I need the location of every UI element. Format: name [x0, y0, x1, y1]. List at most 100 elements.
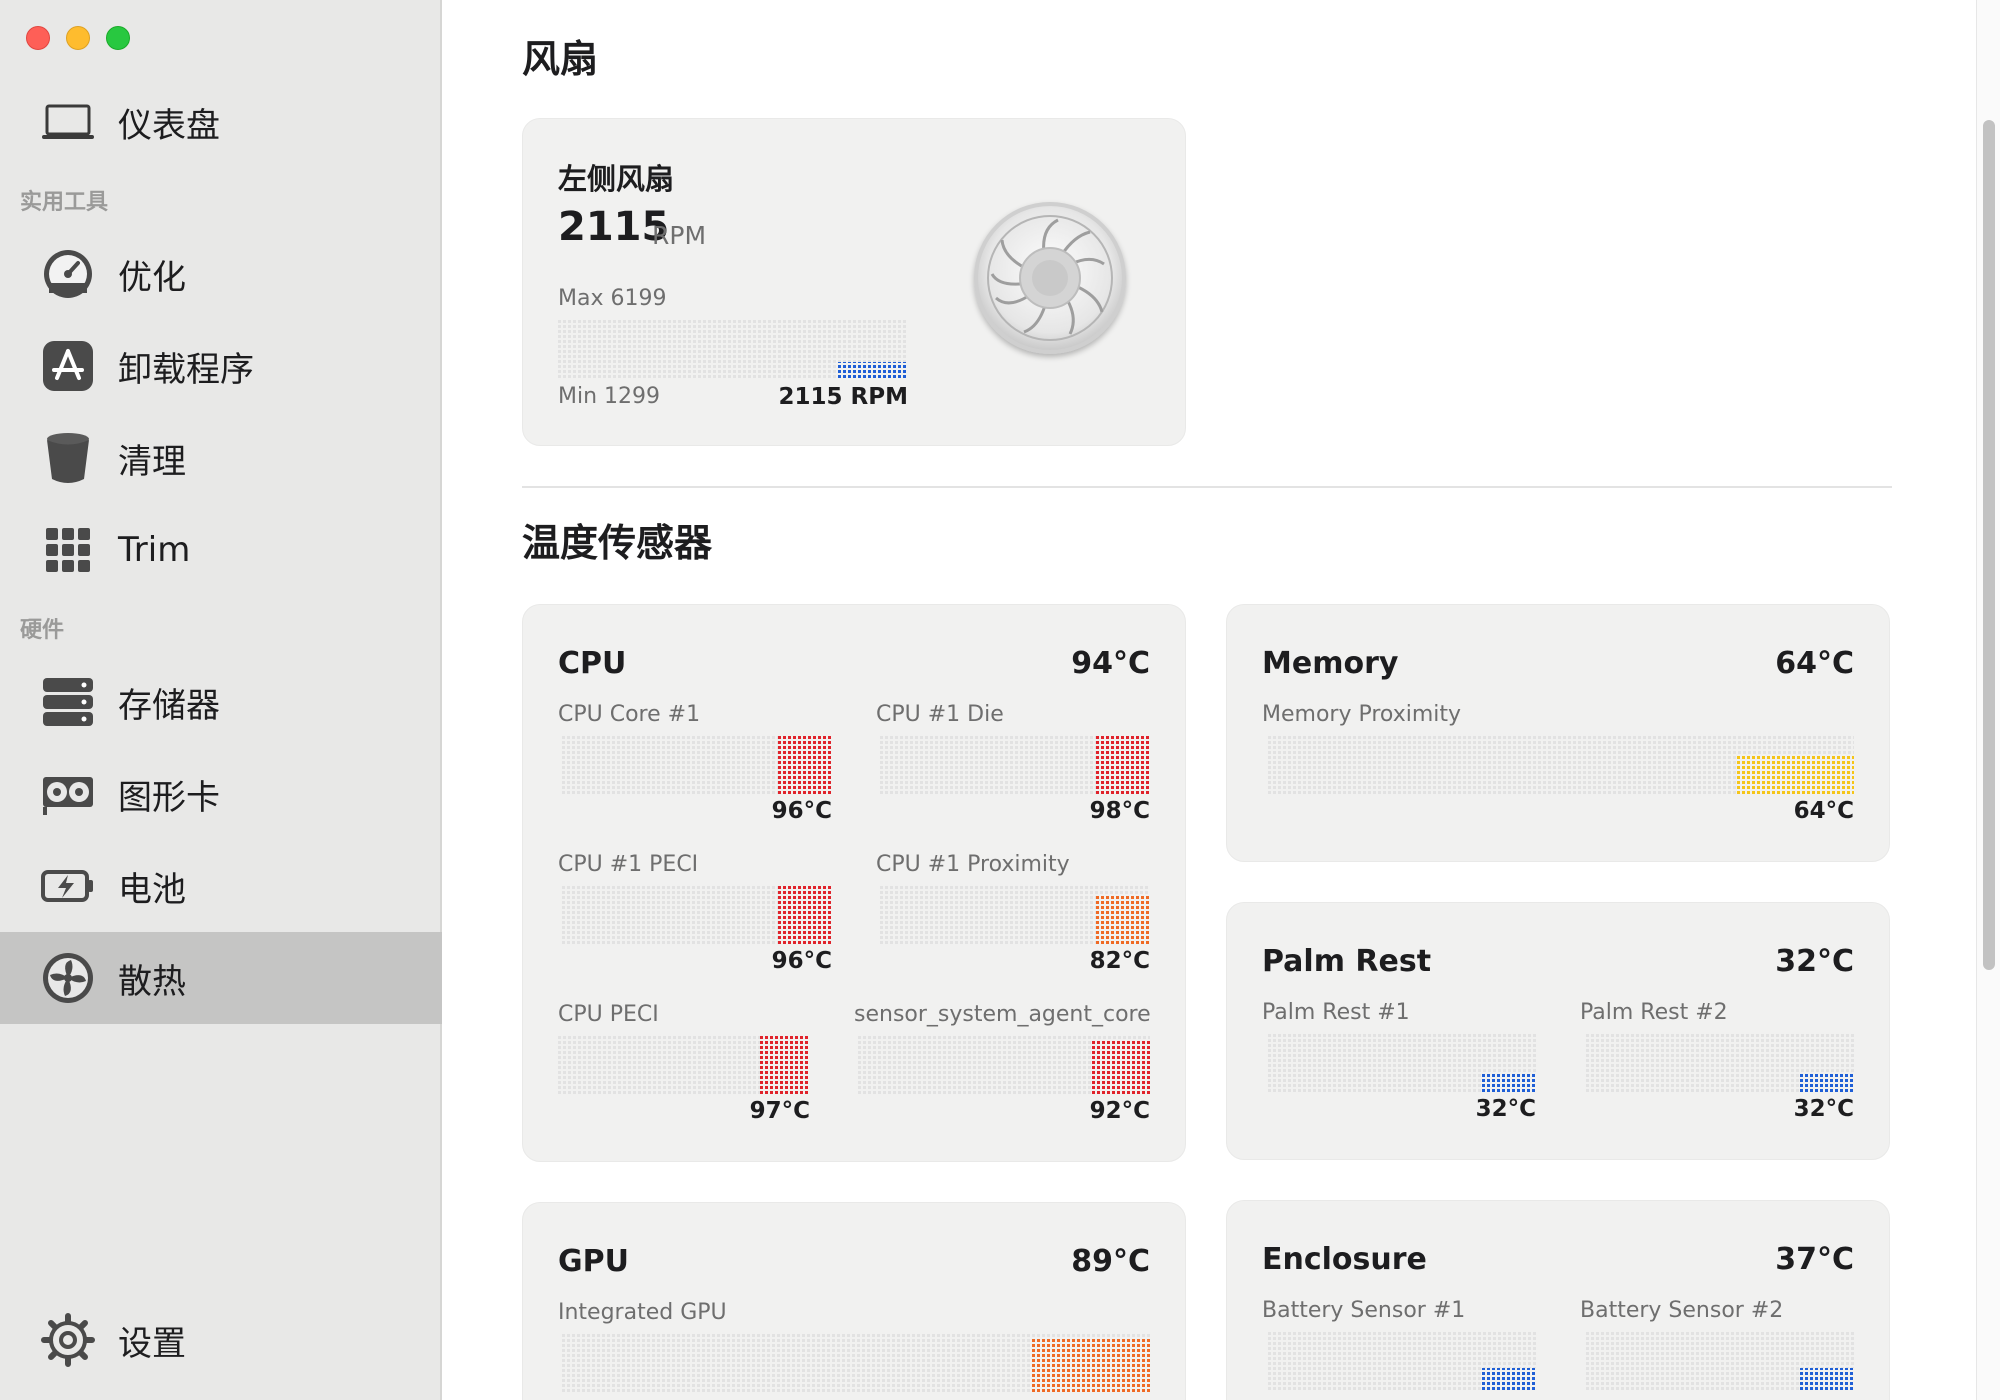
battery-icon [40, 858, 96, 914]
sensor-fill [1800, 1073, 1854, 1092]
sidebar-item-label: 卸载程序 [118, 349, 254, 390]
sidebar-item-label: 设置 [118, 1323, 186, 1364]
cpu-sensor-bar [562, 884, 832, 944]
sidebar-item-dashboard[interactable]: 仪表盘 [0, 76, 442, 168]
sensor-fill [1482, 1073, 1536, 1092]
cpu-sensor-value: 98°C [1089, 798, 1150, 824]
window-controls [26, 26, 130, 50]
memory-sensor-label: Memory Proximity [1262, 702, 1462, 727]
palm-rest-sensor-bar [1268, 1032, 1536, 1092]
sidebar-item-uninstaller[interactable]: 卸载程序 [0, 320, 442, 412]
sidebar-item-label: 散热 [118, 961, 186, 1002]
sidebar-item-cooling[interactable]: 散热 [0, 932, 442, 1024]
sidebar-item-label: 清理 [118, 441, 186, 482]
cpu-sensor-value: 97°C [749, 1098, 810, 1124]
cpu-sensor-bar [558, 1034, 810, 1094]
enclosure-card-title: Enclosure [1262, 1242, 1427, 1277]
cpu-sensor-bar [880, 884, 1150, 944]
cpu-sensor-value: 96°C [771, 798, 832, 824]
palm-rest-sensor-label: Palm Rest #1 [1262, 1000, 1410, 1025]
enclosure-sensor-bar [1268, 1330, 1536, 1390]
graphics-card-icon [40, 766, 96, 822]
sensor-fill [760, 1036, 810, 1094]
sidebar-item-graphics[interactable]: 图形卡 [0, 748, 442, 840]
fan-min-label: Min 1299 [558, 384, 661, 409]
gauge-icon [40, 246, 96, 302]
gpu-card-title: GPU [558, 1244, 629, 1279]
section-hardware-label: 硬件 [20, 618, 65, 643]
sidebar-item-label: 存储器 [118, 685, 220, 726]
enclosure-card-value: 37°C [1775, 1242, 1854, 1277]
sidebar-item-storage[interactable]: 存储器 [0, 656, 442, 748]
scrollbar-thumb[interactable] [1983, 120, 1995, 970]
storage-icon [40, 674, 96, 730]
sensor-fill [778, 736, 832, 794]
sidebar-item-trim[interactable]: Trim [0, 504, 442, 596]
cpu-card-value: 94°C [1071, 646, 1150, 681]
grid-icon [40, 522, 96, 578]
fan-rpm-unit: RPM [652, 221, 707, 250]
close-button[interactable] [26, 26, 50, 50]
fan-icon [40, 950, 96, 1006]
enclosure-sensor-label: Battery Sensor #2 [1580, 1298, 1784, 1323]
cpu-sensor-label: CPU PECI [558, 1002, 659, 1027]
sidebar: 仪表盘 实用工具 优化 卸载程序 清理 Trim 硬件 存储器 图形卡 电池 散… [0, 0, 442, 1400]
palm-rest-sensor-bar [1586, 1032, 1854, 1092]
fan-speed-bar [558, 318, 908, 378]
sidebar-item-label: 仪表盘 [118, 105, 220, 146]
sidebar-item-label: 电池 [118, 869, 186, 910]
sensor-fill [1092, 1039, 1150, 1094]
palm-rest-sensor-label: Palm Rest #2 [1580, 1000, 1728, 1025]
memory-card-title: Memory [1262, 646, 1399, 681]
sidebar-item-settings[interactable]: 设置 [0, 1294, 442, 1386]
sensors-heading: 温度传感器 [522, 521, 713, 565]
cpu-sensor-label: CPU #1 PECI [558, 852, 699, 877]
cpu-sensor-label: CPU #1 Proximity [876, 852, 1070, 877]
palm-rest-card-title: Palm Rest [1262, 944, 1432, 979]
sensor-fill [1737, 756, 1854, 794]
section-tools-label: 实用工具 [20, 190, 109, 215]
sidebar-item-optimize[interactable]: 优化 [0, 228, 442, 320]
gpu-sensor-label: Integrated GPU [558, 1300, 727, 1325]
sensor-fill [1032, 1339, 1150, 1392]
cpu-sensor-value: 92°C [1089, 1098, 1150, 1124]
sensor-fill [1800, 1368, 1854, 1390]
memory-sensor-bar [1268, 734, 1854, 794]
fan-card-title: 左侧风扇 [558, 162, 675, 196]
trash-icon [40, 430, 96, 486]
enclosure-sensor-label: Battery Sensor #1 [1262, 1298, 1466, 1323]
fan-illustration-icon [974, 202, 1126, 354]
section-divider [522, 486, 1892, 488]
fan-current-label: 2115 RPM [778, 384, 908, 410]
palm-rest-card-value: 32°C [1775, 944, 1854, 979]
cpu-sensor-label: sensor_system_agent_core [854, 1002, 1151, 1027]
fans-heading: 风扇 [522, 37, 599, 81]
gpu-sensor-bar [562, 1332, 1150, 1392]
sensor-fill [1096, 735, 1150, 794]
sidebar-item-label: 优化 [118, 257, 186, 298]
cpu-card-title: CPU [558, 646, 627, 681]
palm-rest-sensor-value: 32°C [1475, 1096, 1536, 1122]
app-store-icon [40, 338, 96, 394]
sidebar-item-label: Trim [118, 530, 191, 570]
minimize-button[interactable] [66, 26, 90, 50]
cpu-sensor-value: 96°C [771, 948, 832, 974]
sensor-fill [778, 886, 832, 944]
fan-max-label: Max 6199 [558, 286, 667, 311]
memory-card-value: 64°C [1775, 646, 1854, 681]
sidebar-item-battery[interactable]: 电池 [0, 840, 442, 932]
cpu-sensor-bar [562, 734, 832, 794]
enclosure-sensor-bar [1586, 1330, 1854, 1390]
gear-icon [40, 1312, 96, 1368]
gpu-card-value: 89°C [1071, 1244, 1150, 1279]
cpu-sensor-value: 82°C [1089, 948, 1150, 974]
sensor-fill [1482, 1368, 1536, 1390]
app-window: 仪表盘 实用工具 优化 卸载程序 清理 Trim 硬件 存储器 图形卡 电池 散… [0, 0, 2000, 1400]
zoom-button[interactable] [106, 26, 130, 50]
palm-rest-sensor-value: 32°C [1793, 1096, 1854, 1122]
scrollbar[interactable] [1976, 0, 2000, 1400]
cpu-sensor-bar [858, 1034, 1150, 1094]
sensor-fill [1096, 895, 1150, 944]
sidebar-item-clean[interactable]: 清理 [0, 412, 442, 504]
cpu-sensor-label: CPU #1 Die [876, 702, 1004, 727]
